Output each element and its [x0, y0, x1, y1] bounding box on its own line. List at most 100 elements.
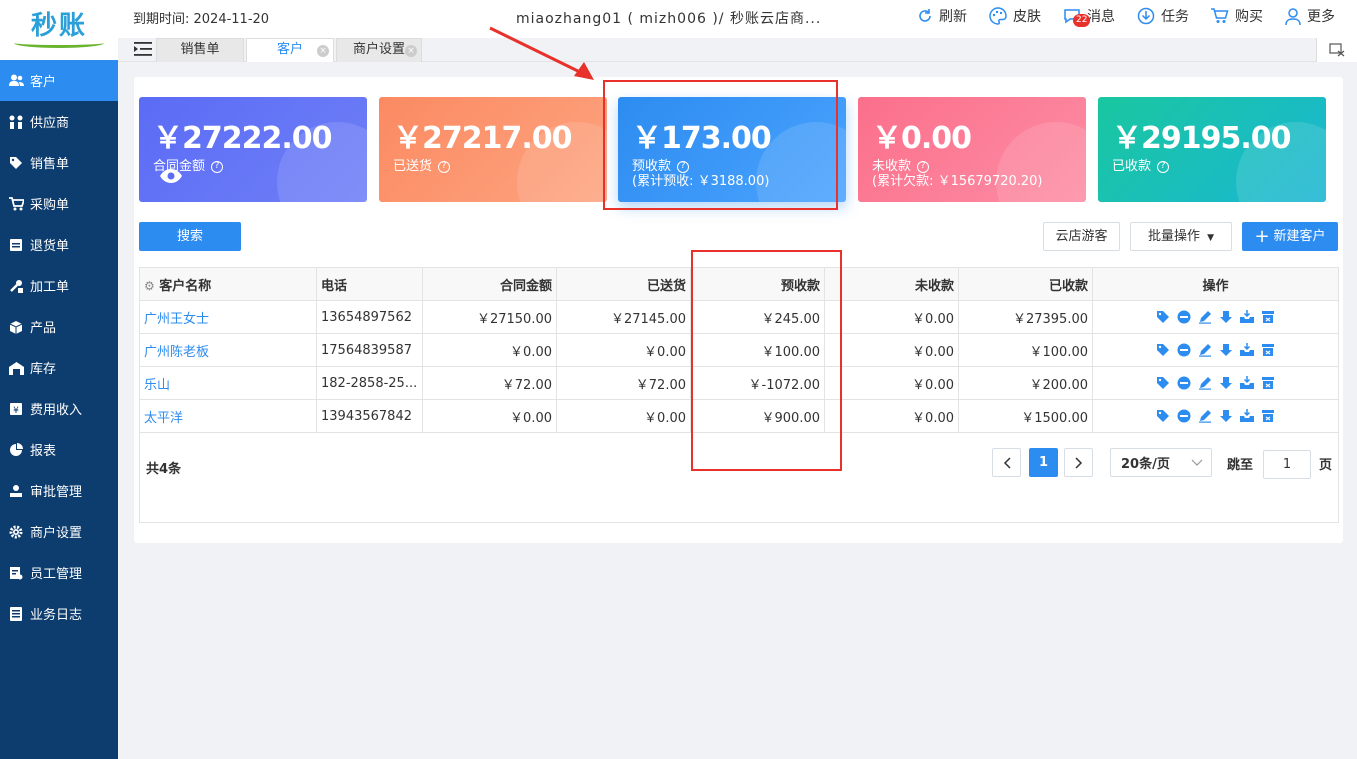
table-cell: ￥0.00	[824, 399, 959, 433]
inbox-icon[interactable]	[1240, 310, 1255, 325]
customer-name-link[interactable]: 广州王女士	[139, 300, 317, 334]
close-all-tabs-button[interactable]	[1316, 38, 1357, 62]
cloud-visitor-button[interactable]: 云店游客	[1043, 222, 1120, 251]
close-icon[interactable]: ×	[405, 45, 417, 57]
palette-icon	[989, 7, 1007, 25]
tab-label: 销售单	[180, 42, 220, 57]
tab-customer[interactable]: 客户 ×	[246, 38, 334, 62]
archive-icon[interactable]	[1261, 409, 1276, 424]
disable-icon[interactable]	[1177, 376, 1192, 391]
tab-sales-order[interactable]: 销售单	[156, 38, 244, 62]
search-button[interactable]: 搜索	[139, 222, 241, 251]
archive-icon[interactable]	[1261, 343, 1276, 358]
stat-card-prepaid[interactable]: ￥173.00 预收款? (累计预收: ￥3188.00)	[618, 97, 846, 202]
sidebar-item-return-order[interactable]: 退货单	[0, 224, 118, 265]
stat-card-contract[interactable]: ￥27222.00 合同金额?	[139, 97, 367, 202]
col-contract-amount: 合同金额	[422, 267, 557, 301]
inbox-icon[interactable]	[1240, 409, 1255, 424]
logo-text: 秒账	[30, 11, 87, 41]
disable-icon[interactable]	[1177, 310, 1192, 325]
refresh-button[interactable]: 刷新	[917, 6, 967, 26]
sidebar-item-report[interactable]: 报表	[0, 429, 118, 470]
download-icon[interactable]	[1219, 409, 1234, 424]
next-page-button[interactable]	[1064, 448, 1093, 477]
table-cell: ￥72.00	[556, 366, 691, 400]
archive-icon[interactable]	[1261, 376, 1276, 391]
sidebar-item-staff[interactable]: 员工管理	[0, 552, 118, 593]
stat-card-received[interactable]: ￥29195.00 已收款?	[1098, 97, 1326, 202]
col-phone: 电话	[316, 267, 423, 301]
jump-page-input[interactable]: 1	[1263, 450, 1311, 479]
users-icon	[8, 73, 24, 89]
account-info[interactable]: miaozhang01 ( mizh006 )/ 秒账云店商...	[516, 8, 821, 28]
download-icon[interactable]	[1219, 376, 1234, 391]
sidebar: 秒账 客户 供应商 销售单 采购单 退货单 加工单 产品 库存 ¥ 费用收入 报…	[0, 0, 118, 759]
sidebar-item-expense-income[interactable]: ¥ 费用收入	[0, 388, 118, 429]
disable-icon[interactable]	[1177, 409, 1192, 424]
svg-text:¥: ¥	[13, 406, 19, 416]
customer-name-link[interactable]: 太平洋	[139, 399, 317, 433]
task-button[interactable]: 任务	[1137, 6, 1189, 26]
sidebar-item-business-log[interactable]: 业务日志	[0, 593, 118, 634]
stat-card-delivered[interactable]: ￥27217.00 已送货?	[379, 97, 607, 202]
sidebar-item-supplier[interactable]: 供应商	[0, 101, 118, 142]
table-header-row: ⚙ 客户名称 电话 合同金额 已送货 预收款 未收款 已收款 操作	[139, 267, 1339, 301]
gear-icon	[8, 524, 24, 540]
sidebar-item-processing-order[interactable]: 加工单	[0, 265, 118, 306]
sidebar-item-sales-order[interactable]: 销售单	[0, 142, 118, 183]
tag-icon[interactable]	[1156, 409, 1171, 424]
sidebar-item-label: 报表	[30, 444, 57, 459]
batch-label: 批量操作	[1147, 229, 1200, 244]
stat-card-unpaid[interactable]: ￥0.00 未收款? (累计欠款: ￥15679720.20)	[858, 97, 1086, 202]
sidebar-item-approval[interactable]: 审批管理	[0, 470, 118, 511]
batch-operation-dropdown[interactable]: 批量操作 ▼	[1130, 222, 1232, 251]
table-row: 乐山 182-2858-25... ￥72.00 ￥72.00 ￥-1072.00 ￥0.…	[139, 366, 1339, 400]
edit-icon[interactable]	[1198, 343, 1213, 358]
tab-merchant-settings[interactable]: 商户设置 ×	[336, 38, 422, 62]
settings-icon[interactable]: ⚙	[144, 279, 155, 293]
new-customer-button[interactable]: + 新建客户	[1242, 222, 1338, 251]
header-toolbar: 刷新 皮肤 22 消息 任务 购买 更多	[917, 6, 1357, 27]
disable-icon[interactable]	[1177, 343, 1192, 358]
col-customer-name[interactable]: ⚙ 客户名称	[139, 267, 317, 301]
buy-button[interactable]: 购买	[1211, 6, 1263, 26]
sidebar-item-merchant-settings[interactable]: 商户设置	[0, 511, 118, 552]
customer-name-link[interactable]: 广州陈老板	[139, 333, 317, 367]
more-button[interactable]: 更多	[1285, 6, 1335, 26]
menu-collapse-icon[interactable]	[134, 41, 152, 61]
col-received: 已收款	[958, 267, 1093, 301]
message-button[interactable]: 22 消息	[1063, 6, 1115, 27]
table-cell: ￥0.00	[824, 300, 959, 334]
table-row: 太平洋 13943567842 ￥0.00 ￥0.00 ￥900.00 ￥0.00 ￥150…	[139, 399, 1339, 433]
sidebar-item-customer[interactable]: 客户	[0, 60, 118, 101]
table-cell: ￥0.00	[556, 399, 691, 433]
prepaid-amount: ￥173.00	[632, 121, 772, 156]
download-icon[interactable]	[1219, 343, 1234, 358]
caret-down-icon: ▼	[1207, 233, 1215, 243]
page-size-select[interactable]: 20条/页	[1110, 448, 1212, 477]
sidebar-item-inventory[interactable]: 库存	[0, 347, 118, 388]
edit-icon[interactable]	[1198, 409, 1213, 424]
sidebar-item-purchase-order[interactable]: 采购单	[0, 183, 118, 224]
sidebar-item-label: 客户	[30, 75, 57, 90]
edit-icon[interactable]	[1198, 310, 1213, 325]
logo[interactable]: 秒账	[0, 0, 118, 60]
sidebar-item-product[interactable]: 产品	[0, 306, 118, 347]
tag-icon[interactable]	[1156, 310, 1171, 325]
tag-icon[interactable]	[1156, 376, 1171, 391]
prev-page-button[interactable]	[992, 448, 1021, 477]
archive-icon[interactable]	[1261, 310, 1276, 325]
edit-icon[interactable]	[1198, 376, 1213, 391]
chevron-right-icon	[1074, 456, 1082, 469]
inbox-icon[interactable]	[1240, 376, 1255, 391]
inbox-icon[interactable]	[1240, 343, 1255, 358]
close-icon[interactable]: ×	[317, 45, 329, 57]
table-cell: ￥900.00	[690, 399, 825, 433]
download-icon[interactable]	[1219, 310, 1234, 325]
skin-button[interactable]: 皮肤	[989, 6, 1041, 26]
page-number-button[interactable]: 1	[1029, 448, 1058, 477]
tag-icon[interactable]	[1156, 343, 1171, 358]
table-row: 广州王女士 13654897562 ￥27150.00 ￥27145.00 ￥245.0…	[139, 300, 1339, 334]
supplier-icon	[8, 114, 24, 130]
customer-name-link[interactable]: 乐山	[139, 366, 317, 400]
